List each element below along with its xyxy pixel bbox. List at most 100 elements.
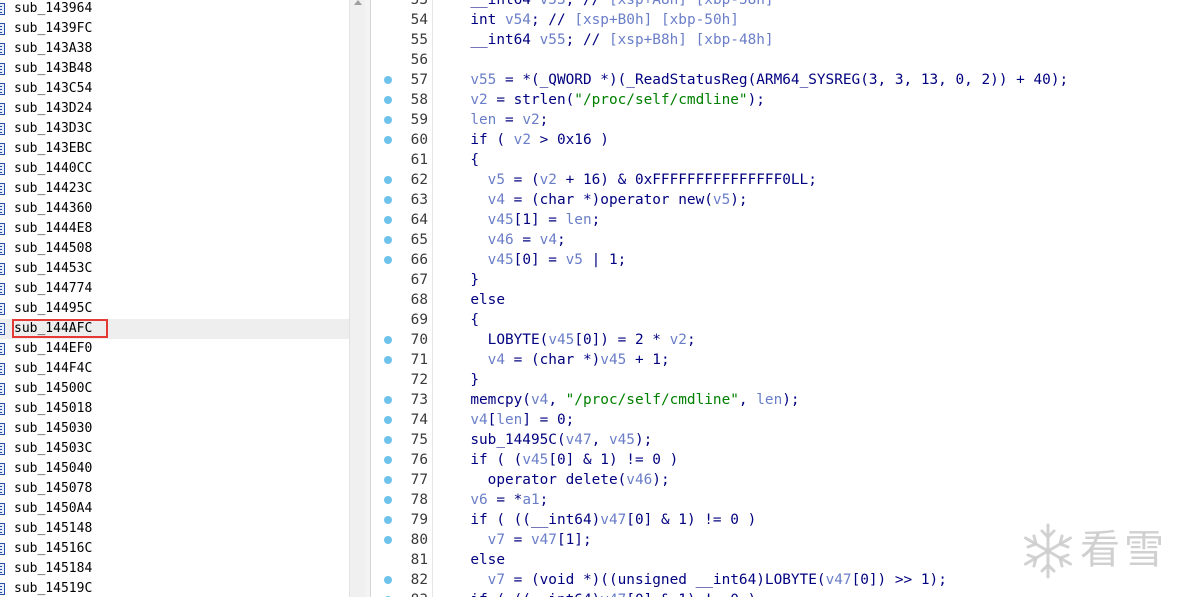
line-number: 56	[410, 52, 428, 68]
breakpoint-dot-icon[interactable]	[384, 456, 392, 464]
breakpoint-dot-icon[interactable]	[384, 236, 392, 244]
function-list-item[interactable]: sub_14519C	[0, 579, 349, 597]
function-name: sub_14516C	[14, 541, 93, 556]
breakpoint-dot-icon[interactable]	[384, 136, 392, 144]
code-line[interactable]: 60 if ( v2 > 0x16 )	[371, 130, 1183, 150]
function-name: sub_144774	[14, 281, 93, 296]
code-line[interactable]: 66 v45[0] = v5 | 1;	[371, 250, 1183, 270]
function-list-item[interactable]: sub_144EF0	[0, 339, 349, 359]
function-list-item[interactable]: sub_14503C	[0, 439, 349, 459]
code-line[interactable]: 61 {	[371, 150, 1183, 170]
function-list-item[interactable]: sub_1439FC	[0, 19, 349, 39]
breakpoint-dot-icon[interactable]	[384, 516, 392, 524]
function-list-item[interactable]: sub_1450A4	[0, 499, 349, 519]
code-text: LOBYTE(v45[0]) = 2 * v2;	[453, 332, 696, 348]
function-icon	[0, 63, 5, 75]
function-list-item[interactable]: sub_144F4C	[0, 359, 349, 379]
function-list-item[interactable]: sub_1440CC	[0, 159, 349, 179]
function-list-item[interactable]: sub_145018	[0, 399, 349, 419]
code-line[interactable]: 55 __int64 v55; // [xsp+B8h] [xbp-48h]	[371, 30, 1183, 50]
function-list-item[interactable]: sub_144AFC	[0, 319, 349, 339]
code-line[interactable]: 83 if ( ((__int64)v47[0] & 1) != 0 )	[371, 590, 1183, 597]
function-list-scrollbar[interactable]	[349, 0, 365, 597]
line-number: 81	[410, 552, 428, 568]
function-list-item[interactable]: sub_144774	[0, 279, 349, 299]
breakpoint-dot-icon[interactable]	[384, 196, 392, 204]
function-list-item[interactable]: sub_145030	[0, 419, 349, 439]
breakpoint-dot-icon[interactable]	[384, 436, 392, 444]
breakpoint-dot-icon[interactable]	[384, 496, 392, 504]
function-list-item[interactable]: sub_14453C	[0, 259, 349, 279]
breakpoint-dot-icon[interactable]	[384, 176, 392, 184]
function-list-item[interactable]: sub_14495C	[0, 299, 349, 319]
code-line[interactable]: 81 else	[371, 550, 1183, 570]
function-list-item[interactable]: sub_145040	[0, 459, 349, 479]
breakpoint-dot-icon[interactable]	[384, 536, 392, 544]
function-list-item[interactable]: sub_145148	[0, 519, 349, 539]
function-list-item[interactable]: sub_14516C	[0, 539, 349, 559]
function-list-item[interactable]: sub_1444E8	[0, 219, 349, 239]
function-list-item[interactable]: sub_14500C	[0, 379, 349, 399]
function-list-item[interactable]: sub_144360	[0, 199, 349, 219]
code-line[interactable]: 57 v55 = *(_QWORD *)(_ReadStatusReg(ARM6…	[371, 70, 1183, 90]
code-line[interactable]: 73 memcpy(v4, "/proc/self/cmdline", len)…	[371, 390, 1183, 410]
pseudocode-view[interactable]: 53 __int64 v53; // [xsp+A8h] [xbp-58h] 54…	[371, 0, 1183, 597]
function-list-item[interactable]: sub_143964	[0, 0, 349, 19]
function-list-item[interactable]: sub_143B48	[0, 59, 349, 79]
breakpoint-dot-icon[interactable]	[384, 216, 392, 224]
function-list-item[interactable]: sub_14423C	[0, 179, 349, 199]
code-line[interactable]: 53 __int64 v53; // [xsp+A8h] [xbp-58h]	[371, 0, 1183, 10]
function-list-item[interactable]: sub_145184	[0, 559, 349, 579]
code-line[interactable]: 77 operator delete(v46);	[371, 470, 1183, 490]
function-name: sub_143D24	[14, 101, 93, 116]
code-line[interactable]: 76 if ( (v45[0] & 1) != 0 )	[371, 450, 1183, 470]
code-line[interactable]: 58 v2 = strlen("/proc/self/cmdline");	[371, 90, 1183, 110]
function-icon	[0, 203, 5, 215]
line-number: 83	[399, 590, 428, 597]
code-line[interactable]: 68 else	[371, 290, 1183, 310]
code-line[interactable]: 54 int v54; // [xsp+B0h] [xbp-50h]	[371, 10, 1183, 30]
code-line[interactable]: 65 v46 = v4;	[371, 230, 1183, 250]
line-number: 74	[410, 412, 428, 428]
code-line[interactable]: 56	[371, 50, 1183, 70]
code-line[interactable]: 70 LOBYTE(v45[0]) = 2 * v2;	[371, 330, 1183, 350]
breakpoint-dot-icon[interactable]	[384, 336, 392, 344]
line-number: 53	[410, 0, 428, 8]
code-line[interactable]: 82 v7 = (void *)((unsigned __int64)LOBYT…	[371, 570, 1183, 590]
code-line[interactable]: 69 {	[371, 310, 1183, 330]
code-line[interactable]: 62 v5 = (v2 + 16) & 0xFFFFFFFFFFFFFFF0LL…	[371, 170, 1183, 190]
code-line[interactable]: 75 sub_14495C(v47, v45);	[371, 430, 1183, 450]
breakpoint-dot-icon[interactable]	[384, 116, 392, 124]
function-list-item[interactable]: sub_143D24	[0, 99, 349, 119]
function-list-item[interactable]: sub_143D3C	[0, 119, 349, 139]
line-number: 72	[410, 372, 428, 388]
breakpoint-dot-icon[interactable]	[384, 396, 392, 404]
function-list-item[interactable]: sub_143C54	[0, 79, 349, 99]
code-line[interactable]: 72 }	[371, 370, 1183, 390]
code-line[interactable]: 59 len = v2;	[371, 110, 1183, 130]
function-icon	[0, 443, 5, 455]
breakpoint-dot-icon[interactable]	[384, 356, 392, 364]
breakpoint-dot-icon[interactable]	[384, 476, 392, 484]
breakpoint-dot-icon[interactable]	[384, 96, 392, 104]
code-line[interactable]: 71 v4 = (char *)v45 + 1;	[371, 350, 1183, 370]
function-list-item[interactable]: sub_145078	[0, 479, 349, 499]
code-line[interactable]: 80 v7 = v47[1];	[371, 530, 1183, 550]
code-line[interactable]: 74 v4[len] = 0;	[371, 410, 1183, 430]
code-line[interactable]: 64 v45[1] = len;	[371, 210, 1183, 230]
line-number: 65	[410, 232, 428, 248]
code-line[interactable]: 63 v4 = (char *)operator new(v5);	[371, 190, 1183, 210]
code-line[interactable]: 67 }	[371, 270, 1183, 290]
scroll-up-arrow-icon[interactable]	[354, 0, 362, 5]
code-line[interactable]: 78 v6 = *a1;	[371, 490, 1183, 510]
breakpoint-dot-icon[interactable]	[384, 256, 392, 264]
function-list-item[interactable]: sub_143A38	[0, 39, 349, 59]
function-name: sub_1444E8	[14, 221, 93, 236]
function-list-item[interactable]: sub_143EBC	[0, 139, 349, 159]
function-list-item[interactable]: sub_144508	[0, 239, 349, 259]
breakpoint-dot-icon[interactable]	[384, 76, 392, 84]
breakpoint-dot-icon[interactable]	[384, 576, 392, 584]
breakpoint-dot-icon[interactable]	[384, 416, 392, 424]
code-line[interactable]: 79 if ( ((__int64)v47[0] & 1) != 0 )	[371, 510, 1183, 530]
function-name: sub_145018	[14, 401, 93, 416]
